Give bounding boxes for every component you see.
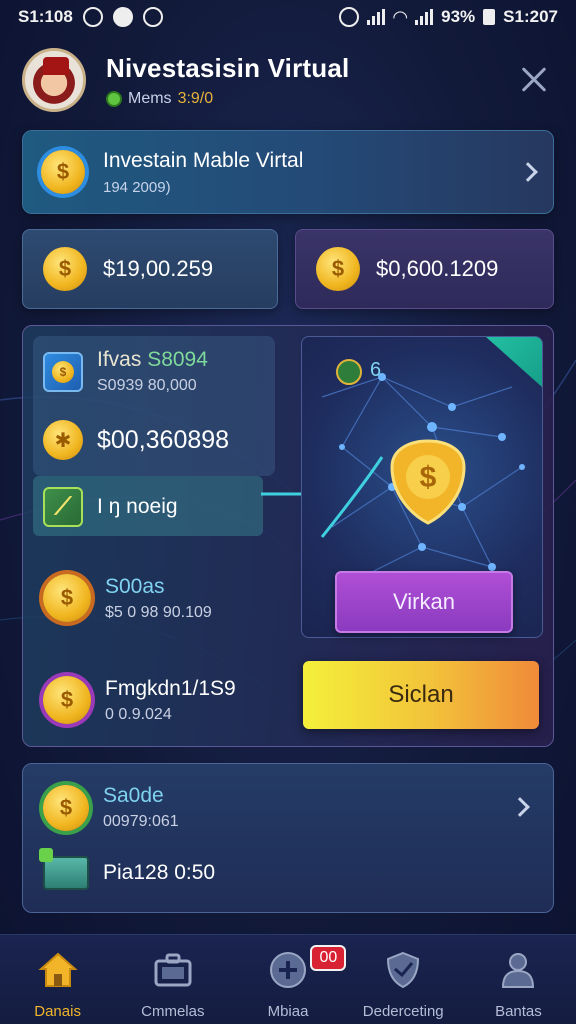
nav-item-add[interactable]: 00 Mbiaa [230,935,347,1024]
status-label: Mems [128,89,172,107]
app-notification-icon [142,7,163,27]
coin-purse-icon: $ [43,676,91,724]
dollar-coin-icon: $ [43,247,87,291]
list-item[interactable]: ⟋ I ŋ noeig [43,487,178,527]
nav-item-profile[interactable]: Bantas [461,935,576,1024]
list-item-title: S00as [105,574,165,598]
nav-label: Danais [34,1003,81,1020]
online-status-icon [106,90,122,107]
coin-icon: $ [43,574,91,622]
savings-subtitle: 00979:061 [103,813,179,830]
investment-banner[interactable]: $ Investain Mable Virtal 194 2009) [22,130,554,214]
balance-card-secondary[interactable]: $ $0,600.1209 [295,229,554,309]
close-icon[interactable] [514,60,554,100]
home-icon [37,952,78,987]
battery-percent: 93% [441,7,476,26]
wallet-value: Pia128 0:50 [103,861,216,884]
bottom-nav: Danais Cmmelas 00 Mbiaa Dederceting Bant… [0,934,576,1024]
status-value: 3:9/0 [177,89,214,107]
banner-title: Investain Mable Virtal [103,148,304,172]
status-bar: S1:108 ◠ 93% S1:207 [0,0,576,34]
header: Nivestasisin Virtual Mems 3:9/0 [22,40,554,120]
balance-card-primary[interactable]: $ $19,00.259 [22,229,278,309]
list-item-value: $00,360898 [97,425,230,454]
chevron-right-icon [518,162,538,182]
page-title: Nivestasisin Virtual [106,52,350,83]
virtual-button[interactable]: Virkan [335,571,513,633]
dollar-coin-icon: $ [43,784,89,831]
avatar[interactable] [22,48,86,112]
signal-icon [367,9,386,25]
list-item[interactable]: $ Ifvas S8094 S0939 80,000 [43,348,208,395]
list-item-title: Ifvas S8094 [97,348,208,371]
signal-icon-2 [415,9,434,25]
nav-item-portfolio[interactable]: Cmmelas [115,935,230,1024]
pin-icon [336,359,362,385]
nav-label: Mbiaa [267,1003,309,1020]
investment-panel: $ Ifvas S8094 S0939 80,000 ✱ $00,360898 … [22,325,554,747]
plus-circle-icon [270,952,306,988]
dollar-coin-icon: $ [316,247,360,291]
user-icon [502,953,535,988]
list-item[interactable]: $ S00as $5 0 98 90.109 [43,574,212,622]
briefcase-icon [154,953,192,987]
notification-badge: 00 [310,945,347,971]
gear-coin-icon: ✱ [43,420,83,460]
shield-icon [387,951,420,989]
balance-value: $19,00.259 [103,256,214,281]
status-time-right: S1:207 [503,7,558,26]
list-item[interactable]: ✱ $00,360898 [43,420,229,460]
nav-label: Bantas [495,1003,542,1020]
battery-icon [483,9,496,25]
list-item: Pia128 0:50 [39,848,216,890]
status-time: S1:108 [18,7,73,26]
notification-icon [82,7,103,27]
wallet-icon [39,848,89,890]
svg-text:$: $ [420,461,437,494]
alarm-icon [339,7,360,27]
nav-label: Dederceting [362,1003,444,1020]
chart-check-icon: ⟋ [43,487,83,527]
nav-item-security[interactable]: Dederceting [346,935,461,1024]
savings-card[interactable]: $ Sa0de 00979:061 Pia128 0:50 [22,763,554,913]
list-item-title: Fmgkdn1/1S9 [105,676,236,700]
action-button[interactable]: Siclan [303,661,539,729]
nav-label: Cmmelas [141,1003,205,1020]
list-item[interactable]: $ Fmgkdn1/1S9 0 0.9.024 [43,676,236,724]
dollar-shield-icon: $ [390,439,466,525]
savings-title: Sa0de [103,784,164,807]
coin-badge-icon: $ [43,351,83,392]
chevron-right-icon [510,797,530,817]
banner-subtitle: 194 2009) [103,178,171,196]
list-item: $ Sa0de 00979:061 [43,784,179,831]
dollar-coin-icon: $ [41,150,85,194]
balance-value: $0,600.1209 [376,256,499,281]
wifi-icon: ◠ [393,6,408,27]
pin-count: 6 [370,359,382,381]
clock-icon [112,7,133,27]
list-item-subtitle: $5 0 98 90.109 [105,603,212,621]
list-item-subtitle: 0 0.9.024 [105,705,172,723]
list-item-title: I ŋ noeig [97,495,178,518]
nav-item-home[interactable]: Danais [0,935,115,1024]
list-item-subtitle: S0939 80,000 [97,377,197,394]
